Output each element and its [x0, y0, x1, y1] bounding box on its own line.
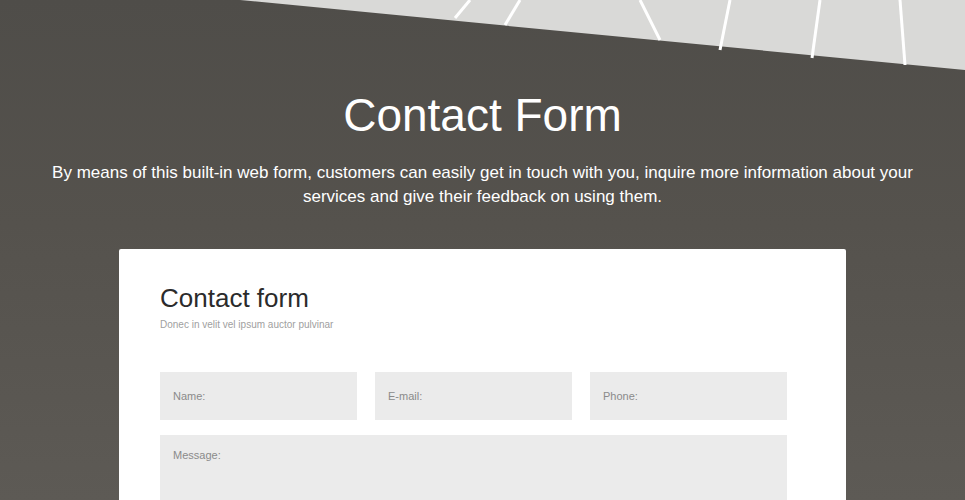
- phone-field[interactable]: [590, 372, 787, 420]
- name-field[interactable]: [160, 372, 357, 420]
- form-title: Contact form: [160, 283, 787, 314]
- field-row: [160, 372, 787, 420]
- form-subtitle: Donec in velit vel ipsum auctor pulvinar: [160, 317, 787, 332]
- section-title: Contact Form: [0, 88, 965, 143]
- contact-form-card: Contact form Donec in velit vel ipsum au…: [119, 249, 846, 500]
- email-field[interactable]: [375, 372, 572, 420]
- section-description: By means of this built-in web form, cust…: [43, 161, 923, 209]
- map-image: [0, 0, 965, 75]
- message-field[interactable]: [160, 435, 787, 500]
